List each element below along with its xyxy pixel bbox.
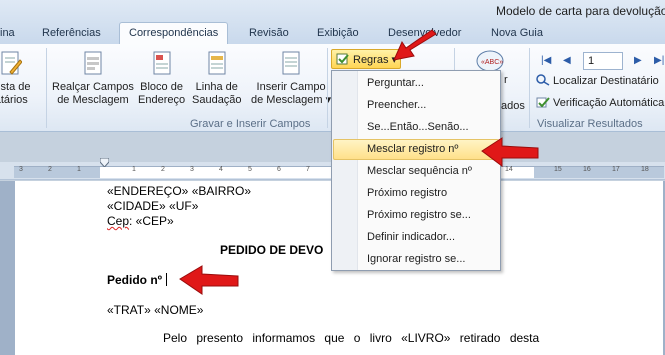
- next-record-icon[interactable]: ▶: [634, 55, 642, 66]
- menu-item-proximo-registro-se[interactable]: Próximo registro se...: [333, 205, 499, 226]
- annotation-arrow-icon: [481, 137, 539, 167]
- group-separator: [46, 48, 47, 128]
- localizar-destinatario-button[interactable]: Localizar Destinatário: [536, 74, 659, 87]
- lista-destinatarios-button[interactable]: Lista de atários: [0, 50, 31, 107]
- realcar-campos-button[interactable]: Realçar Campos de Mesclagem: [52, 50, 134, 107]
- svg-text:«ABC»: «ABC»: [481, 59, 503, 66]
- inserir-campo-button[interactable]: Inserir Campo de Mesclagem ▾: [251, 50, 331, 107]
- insert-merge-field-icon: [282, 51, 300, 75]
- text-cursor: [166, 273, 168, 286]
- menu-item-mesclar-sequencia[interactable]: Mesclar sequência nº: [333, 161, 499, 182]
- tab-revisao[interactable]: Revisão: [249, 27, 289, 39]
- verificacao-automatica-button[interactable]: Verificação Automática: [536, 96, 664, 109]
- doc-line-endereco: «ENDEREÇO» «BAIRRO»: [107, 184, 252, 198]
- menu-item-ignorar-registro-se[interactable]: Ignorar registro se...: [333, 249, 499, 270]
- regras-dropdown-menu: Perguntar... Preencher... Se...Então...S…: [331, 70, 501, 271]
- record-number-input[interactable]: 1: [583, 52, 623, 70]
- auto-check-icon: [536, 97, 550, 108]
- menu-item-se-entao-senao[interactable]: Se...Então...Senão...: [333, 117, 499, 138]
- menu-item-perguntar[interactable]: Perguntar...: [333, 73, 499, 94]
- tab-nova-guia[interactable]: Nova Guia: [491, 27, 543, 39]
- group-separator: [327, 48, 328, 128]
- preview-results-label-fragment-1: r: [504, 74, 508, 86]
- group-label-gravar: Gravar e Inserir Campos: [190, 118, 311, 130]
- menu-item-mesclar-registro[interactable]: Mesclar registro nº: [333, 139, 499, 160]
- find-recipient-icon: [536, 74, 550, 86]
- ribbon-tab-row: Modelo de carta para devolução ina Refer…: [0, 0, 665, 44]
- tab-pagina[interactable]: ina: [0, 27, 15, 39]
- indent-marker-icon[interactable]: [100, 158, 109, 167]
- doc-heading: PEDIDO DE DEVO: [220, 243, 324, 257]
- tab-correspondencias[interactable]: Correspondências: [119, 22, 229, 44]
- address-block-icon: [153, 51, 171, 75]
- window-title: Modelo de carta para devolução: [496, 4, 665, 18]
- preview-results-label-fragment-2: ados: [501, 100, 525, 112]
- menu-item-definir-indicador[interactable]: Definir indicador...: [333, 227, 499, 248]
- doc-line-cep: Cep: «CEP»: [107, 214, 174, 228]
- highlight-fields-icon: [84, 51, 102, 75]
- bloco-endereco-button[interactable]: Bloco de Endereço: [138, 50, 185, 107]
- linha-saudacao-button[interactable]: Linha de Saudação: [192, 50, 242, 107]
- rules-icon: [336, 53, 349, 65]
- menu-item-preencher[interactable]: Preencher...: [333, 95, 499, 116]
- doc-pedido-line: Pedido nº: [107, 273, 168, 287]
- group-label-visualizar: Visualizar Resultados: [537, 118, 643, 130]
- doc-line-cidade: «CIDADE» «UF»: [107, 199, 199, 213]
- annotation-arrow-icon: [393, 29, 437, 61]
- greeting-line-icon: [208, 51, 226, 75]
- regras-button[interactable]: Regras ▾: [331, 49, 401, 69]
- doc-paragraph: Pelo presento informamos que o livro «LI…: [163, 331, 540, 345]
- first-record-icon[interactable]: |◀: [541, 55, 551, 66]
- last-record-icon[interactable]: ▶|: [654, 55, 664, 66]
- previous-record-icon[interactable]: ◀: [563, 55, 571, 66]
- edit-list-icon: [1, 51, 23, 75]
- tab-exibicao[interactable]: Exibição: [317, 27, 359, 39]
- doc-line-nome: «TRAT» «NOME»: [107, 303, 204, 317]
- annotation-arrow-icon: [179, 265, 239, 295]
- group-separator: [529, 48, 530, 128]
- menu-item-proximo-registro[interactable]: Próximo registro: [333, 183, 499, 204]
- tab-referencias[interactable]: Referências: [42, 27, 101, 39]
